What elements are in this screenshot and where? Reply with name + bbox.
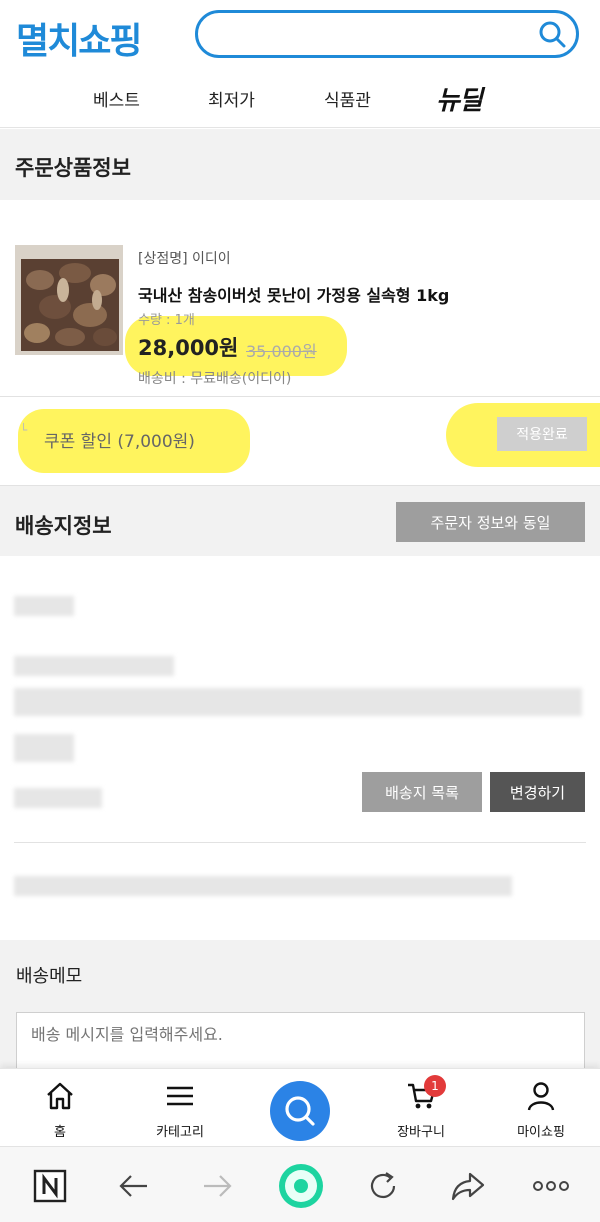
mushroom-image	[15, 245, 123, 355]
original-price: 35,000원	[246, 342, 317, 361]
order-section-header: 주문상품정보	[0, 129, 600, 201]
tab-label: 장바구니	[397, 1125, 445, 1140]
search-fab[interactable]	[270, 1081, 330, 1141]
address-info: 배송지 목록 변경하기	[0, 556, 600, 940]
coupon-label: 쿠폰 할인 (7,000원)	[44, 432, 195, 452]
cart-count-badge: 1	[424, 1075, 446, 1097]
green-dot-icon[interactable]	[278, 1163, 324, 1209]
nav-newdeal[interactable]: 뉴딜	[436, 80, 483, 117]
tab-home[interactable]: 홈	[5, 1069, 115, 1147]
refresh-icon[interactable]	[366, 1169, 400, 1203]
tab-label: 홈	[54, 1125, 66, 1140]
tab-mypage[interactable]: 마이쇼핑	[486, 1069, 596, 1147]
corner-mark-icon: └	[20, 423, 28, 437]
forward-arrow-icon[interactable]	[200, 1169, 234, 1203]
store-name: [상점명] 이디이	[138, 251, 231, 267]
quantity: 수량 : 1개	[138, 313, 195, 328]
search-icon	[285, 1096, 315, 1126]
orderer-info	[14, 876, 512, 896]
change-address-button[interactable]: 변경하기	[490, 772, 585, 812]
delivery-section-header: 배송지정보 주문자 정보와 동일	[0, 485, 600, 557]
order-product: [상점명] 이디이 국내산 참송이버섯 못난이 가정용 실속형 1kg 수량 :…	[0, 200, 600, 397]
shipping-fee: 배송비 : 무료배송(이디이)	[138, 371, 292, 387]
section-title: 주문상품정보	[15, 156, 131, 180]
same-as-orderer-button[interactable]: 주문자 정보와 동일	[396, 502, 585, 542]
memo-box[interactable]	[16, 1012, 585, 1070]
more-icon[interactable]	[532, 1169, 570, 1203]
address-detail	[14, 734, 74, 762]
delivery-memo-section: 배송메모	[0, 940, 600, 1070]
tab-category[interactable]: 카테고리	[125, 1069, 235, 1147]
product-name[interactable]: 국내산 참송이버섯 못난이 가정용 실속형 1kg	[138, 282, 449, 306]
nav-lowest-price[interactable]: 최저가	[208, 86, 255, 111]
nav-food[interactable]: 식품관	[324, 86, 371, 111]
divider	[14, 842, 586, 843]
product-thumbnail[interactable]	[15, 245, 123, 355]
home-icon	[47, 1082, 73, 1110]
memo-input[interactable]	[31, 1025, 561, 1044]
logo[interactable]: 멸치쇼핑	[16, 12, 142, 64]
back-arrow-icon[interactable]	[117, 1169, 151, 1203]
naver-icon[interactable]	[33, 1169, 67, 1203]
tab-cart[interactable]: 장바구니	[366, 1069, 476, 1147]
memo-title: 배송메모	[16, 966, 83, 987]
menu-icon	[167, 1086, 193, 1106]
top-nav: 베스트 최저가 식품관 뉴딜	[0, 70, 600, 128]
search-input[interactable]	[214, 21, 524, 47]
coupon-applied-button[interactable]: 적용완료	[497, 417, 587, 451]
recipient-name	[14, 596, 74, 616]
address-line	[14, 688, 582, 716]
sale-price: 28,000원	[138, 336, 239, 360]
user-icon	[527, 1082, 555, 1111]
tab-label: 카테고리	[156, 1125, 204, 1140]
app-header: 멸치쇼핑	[0, 0, 600, 70]
phone-number	[14, 656, 174, 676]
browser-toolbar	[0, 1146, 600, 1222]
coupon-row: └ 쿠폰 할인 (7,000원) 적용완료	[0, 397, 600, 485]
section-title: 배송지정보	[15, 514, 112, 538]
search-bar[interactable]	[195, 10, 579, 58]
address-list-button[interactable]: 배송지 목록	[362, 772, 482, 812]
share-icon[interactable]	[450, 1169, 486, 1203]
zip-code	[14, 788, 102, 808]
search-icon[interactable]	[538, 20, 566, 48]
tab-label: 마이쇼핑	[517, 1125, 565, 1140]
nav-best[interactable]: 베스트	[93, 86, 140, 111]
